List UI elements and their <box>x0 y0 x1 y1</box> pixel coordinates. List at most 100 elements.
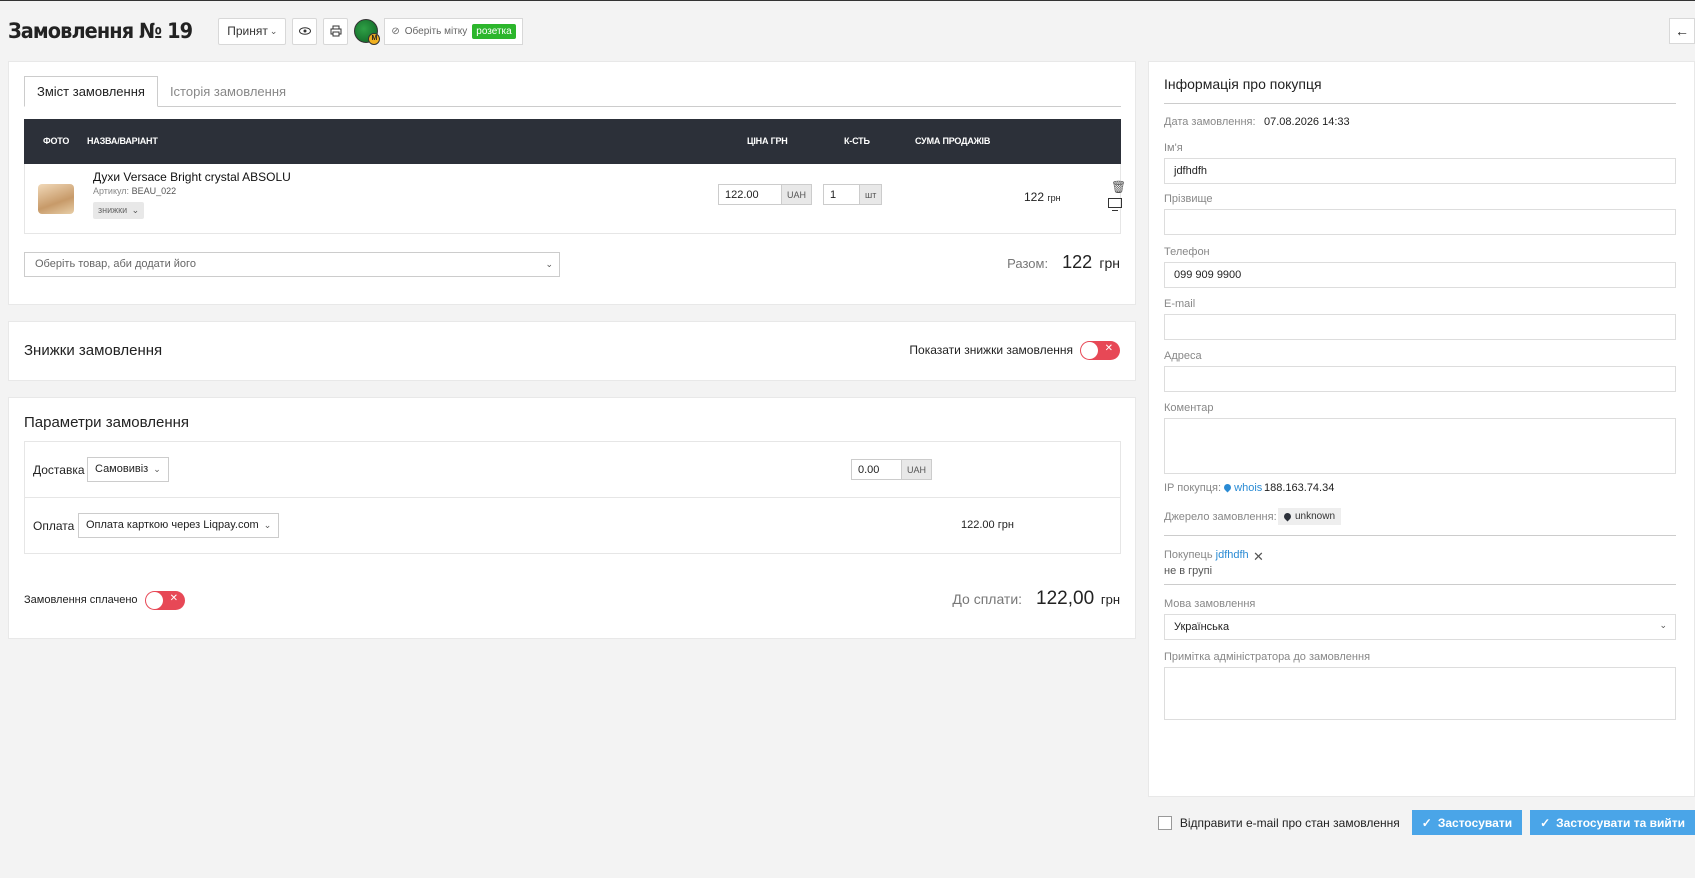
divider <box>1164 584 1676 585</box>
ip-label: IP покупця: <box>1164 482 1222 494</box>
apply-button[interactable]: ✓ Застосувати <box>1411 810 1523 835</box>
table-row: Духи Versace Bright crystal ABSOLU Артик… <box>24 164 1126 234</box>
payment-label: Оплата <box>33 519 75 533</box>
tag-icon: ⊘ <box>391 25 400 37</box>
monitor-icon[interactable] <box>1108 198 1122 211</box>
order-source-value: unknown <box>1295 511 1336 522</box>
payment-value: Оплата карткою через Liqpay.com <box>86 519 259 531</box>
remove-customer-icon[interactable]: ✕ <box>1253 549 1264 565</box>
payment-amount: 122.00 грн <box>961 519 1014 531</box>
eye-icon <box>298 27 311 35</box>
language-value: Українська <box>1174 621 1230 633</box>
total-value: 122 <box>1062 252 1093 272</box>
paid-label: Замовлення сплачено <box>24 594 138 606</box>
surname-input[interactable] <box>1164 209 1676 235</box>
customer-link[interactable]: jdfhdfh <box>1216 549 1249 561</box>
send-email-label: Відправити e-mail про стан замовлення <box>1179 815 1400 830</box>
buyer-title: Інформація про покупця <box>1164 76 1322 92</box>
page-title: Замовлення № 19 <box>8 19 193 43</box>
product-name[interactable]: Духи Versace Bright crystal ABSOLU <box>93 170 291 184</box>
sku-label: Артикул: <box>93 186 130 196</box>
manager-avatar[interactable]: M <box>354 19 381 45</box>
chevron-down-icon: ⌄ <box>263 520 272 530</box>
send-email-checkbox[interactable] <box>1157 815 1172 830</box>
order-total: Разом: 122 грн <box>1007 252 1120 273</box>
price-input[interactable]: 122.00 <box>719 185 781 204</box>
customer-group: не в групі <box>1164 565 1213 577</box>
footer-actions: Відправити e-mail про стан замовлення ✓ … <box>1157 810 1695 835</box>
column-header-name: НАЗВА/ВАРІАНТ <box>87 136 158 146</box>
status-label: Принят <box>227 24 268 38</box>
show-discounts-toggle[interactable] <box>1080 341 1120 360</box>
apply-exit-button[interactable]: ✓ Застосувати та вийти <box>1530 810 1695 835</box>
delivery-row: Доставка Самовивіз ⌄ 0.00 UAH <box>24 441 1121 498</box>
status-dropdown[interactable]: Принят ⌄ <box>218 17 287 45</box>
tab-order-history[interactable]: Історія замовлення <box>158 76 298 107</box>
divider <box>1164 535 1676 536</box>
customer-row: Покупець jdfhdfh <box>1164 549 1249 561</box>
language-select[interactable]: Українська ⌄ <box>1164 614 1676 640</box>
whois-link[interactable]: whois <box>1234 482 1262 494</box>
params-title: Параметри замовлення <box>24 414 190 431</box>
page-header: Замовлення № 19 Принят ⌄ M ⊘ Оберіть міт… <box>8 13 523 49</box>
qty-input[interactable]: 1 <box>824 185 859 204</box>
show-discounts-label: Показати знижки замовлення <box>909 343 1073 357</box>
delete-icon[interactable]: 🗑 <box>1111 180 1126 194</box>
row-sum-unit: грн <box>1047 193 1061 203</box>
comment-textarea[interactable] <box>1164 418 1676 474</box>
order-source-label: Джерело замовлення: <box>1164 511 1277 523</box>
comment-label: Коментар <box>1164 402 1214 414</box>
product-sku: Артикул: BEAU_022 <box>93 186 176 196</box>
location-pin-icon <box>1222 482 1233 493</box>
print-button[interactable] <box>323 17 349 45</box>
delivery-select[interactable]: Самовивіз ⌄ <box>87 457 169 482</box>
address-input[interactable] <box>1164 366 1676 392</box>
email-input[interactable] <box>1164 314 1676 340</box>
item-discount-dropdown[interactable]: знижки ⌄ <box>93 202 145 219</box>
price-unit: UAH <box>781 185 812 204</box>
sku-value: BEAU_022 <box>131 186 177 196</box>
add-product-select[interactable]: Оберіть товар, аби додати його ⌄ <box>24 252 560 277</box>
tab-order-content[interactable]: Зміст замовлення <box>24 76 158 107</box>
name-input[interactable]: jdfhdfh <box>1164 158 1676 184</box>
column-header-photo: ФОТО <box>43 136 70 146</box>
manager-badge-icon: M <box>368 33 381 45</box>
product-thumbnail[interactable] <box>38 184 74 214</box>
admin-note-label: Примітка адміністратора до замовлення <box>1164 651 1371 663</box>
preview-button[interactable] <box>292 17 318 45</box>
phone-label: Телефон <box>1164 246 1210 258</box>
check-icon: ✓ <box>1540 815 1551 830</box>
column-header-price: ЦІНА ГРН <box>747 136 788 146</box>
phone-input[interactable]: 099 909 9900 <box>1164 262 1676 288</box>
row-sum: 122 грн <box>1024 190 1061 204</box>
tag-badge[interactable]: розетка <box>472 23 516 39</box>
location-pin-icon <box>1282 511 1293 522</box>
surname-label: Прізвище <box>1164 193 1213 205</box>
order-date-label: Дата замовлення: <box>1164 116 1256 128</box>
admin-note-textarea[interactable] <box>1164 667 1676 720</box>
add-product-placeholder: Оберіть товар, аби додати його <box>35 258 196 270</box>
to-pay-total: До сплати: 122,00 грн <box>952 588 1120 610</box>
chevron-down-icon: ⌄ <box>1659 620 1667 630</box>
paid-toggle[interactable] <box>145 591 185 610</box>
discounts-title: Знижки замовлення <box>24 342 163 359</box>
to-pay-currency: грн <box>1100 592 1120 607</box>
delivery-price-unit: UAH <box>901 460 932 479</box>
item-discount-label: знижки <box>98 205 128 215</box>
divider <box>1164 103 1676 104</box>
email-label: E-mail <box>1164 298 1196 310</box>
back-button[interactable]: ← <box>1669 18 1695 44</box>
order-tabs: Зміст замовлення Історія замовлення <box>24 76 1121 107</box>
total-currency: грн <box>1099 255 1120 271</box>
print-icon <box>330 25 342 37</box>
discounts-panel: Знижки замовлення Показати знижки замовл… <box>8 321 1136 381</box>
tag-placeholder: Оберіть мітку <box>404 25 468 37</box>
price-input-group: 122.00 UAH <box>718 184 813 205</box>
order-source-badge: unknown <box>1278 508 1342 525</box>
payment-select[interactable]: Оплата карткою через Liqpay.com ⌄ <box>78 513 280 538</box>
ip-row: IP покупця: whois <box>1164 482 1262 494</box>
delivery-price-input[interactable]: 0.00 <box>852 460 901 479</box>
ip-value: 188.163.74.34 <box>1264 482 1335 494</box>
apply-exit-label: Застосувати та вийти <box>1556 815 1685 830</box>
tag-selector[interactable]: ⊘ Оберіть мітку розетка <box>384 17 523 45</box>
